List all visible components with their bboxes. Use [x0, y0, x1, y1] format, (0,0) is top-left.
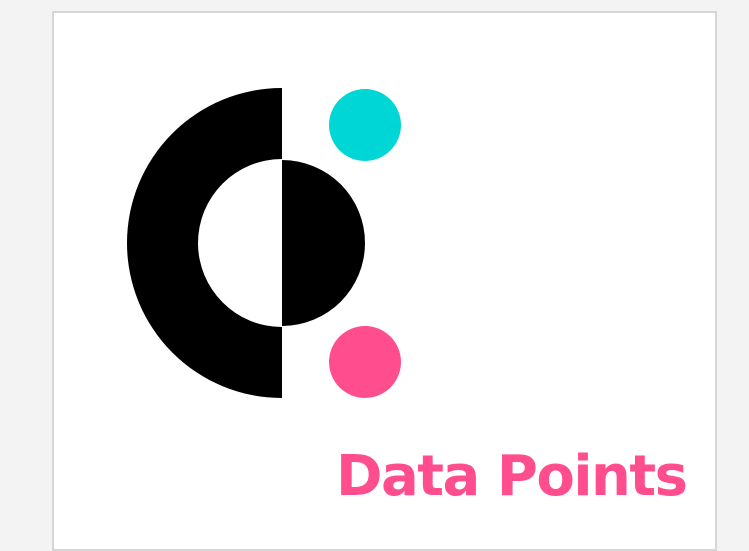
logo-bottom-dot — [329, 326, 401, 398]
logo-half-ring — [127, 88, 282, 398]
logo-top-dot — [329, 89, 401, 161]
logo-half-disc — [282, 160, 365, 326]
brand-wordmark: Data Points — [336, 444, 688, 509]
